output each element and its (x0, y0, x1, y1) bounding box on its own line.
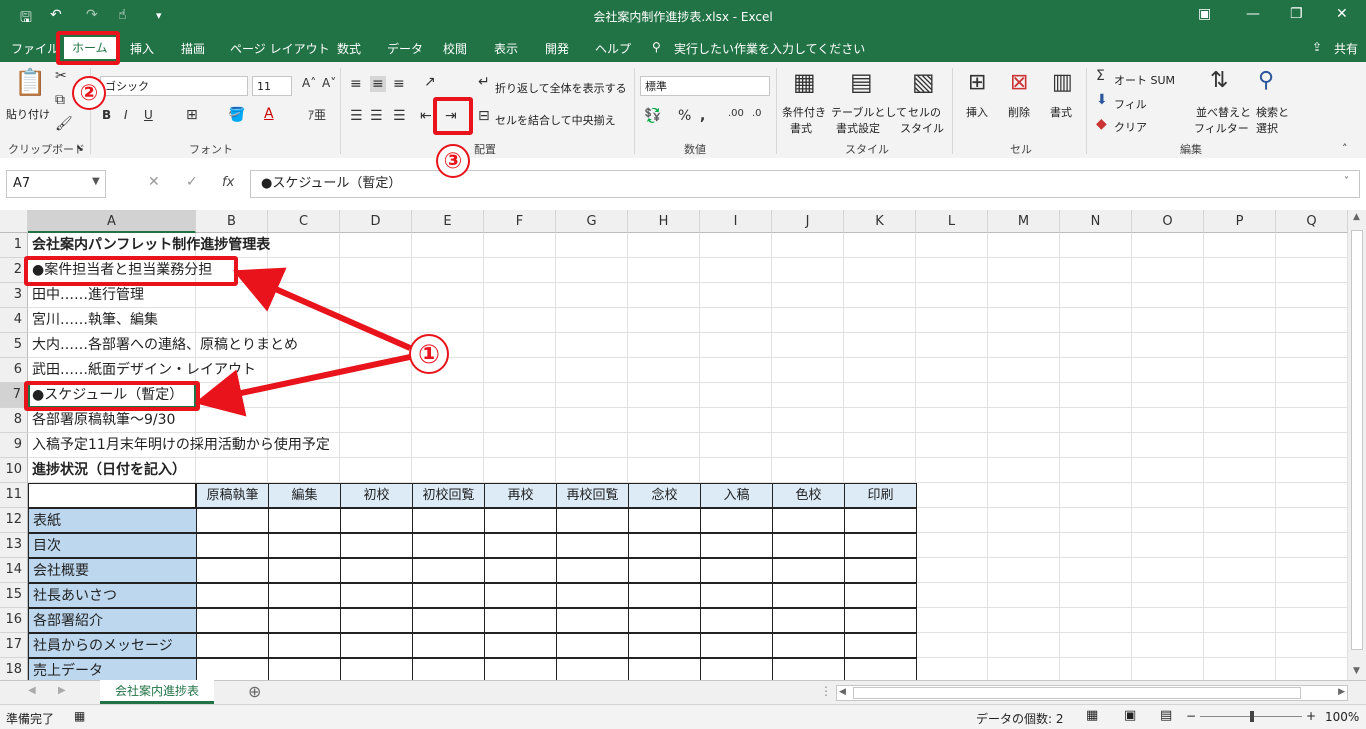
annotation-arrows (194, 267, 412, 417)
step-1-badge: ① (409, 334, 449, 374)
arrow-to-a7 (194, 354, 411, 417)
arrow-to-a2 (233, 267, 412, 351)
